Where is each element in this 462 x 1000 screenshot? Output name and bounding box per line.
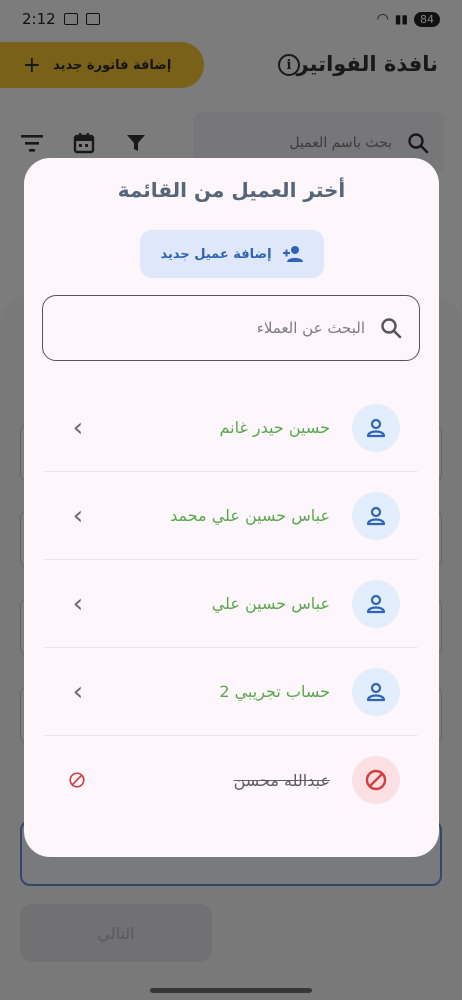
client-search-input-placeholder: البحث عن العملاء	[256, 319, 365, 337]
client-row-content: حساب تجريبي 2	[219, 667, 400, 716]
person-icon	[352, 403, 400, 452]
client-name: عباس حسين علي محمد	[170, 506, 330, 525]
client-row-content: عبدالله محسن	[234, 756, 400, 804]
client-name: حسين حيدر غانم	[219, 418, 330, 437]
client-row[interactable]: ‹ عباس حسين علي محمد	[44, 472, 418, 560]
client-search-input[interactable]: البحث عن العملاء	[42, 295, 420, 361]
client-name: عبدالله محسن	[233, 770, 330, 790]
add-client-label: إضافة عميل جديد	[160, 246, 272, 262]
person-icon	[352, 579, 400, 628]
client-row[interactable]: ‹ حسين حيدر غانم	[44, 384, 418, 472]
block-avatar-icon	[352, 756, 400, 804]
client-row-blocked[interactable]: عبدالله محسن	[44, 736, 418, 824]
client-row-content: عباس حسين علي محمد	[170, 491, 400, 540]
add-client-button[interactable]: إضافة عميل جديد	[140, 230, 324, 278]
client-name: عباس حسين علي	[211, 594, 330, 613]
person-add-icon	[282, 246, 303, 262]
select-client-dialog: أختر العميل من القائمة إضافة عميل جديد ا…	[24, 158, 439, 857]
person-icon	[352, 667, 400, 716]
dialog-title: أختر العميل من القائمة	[117, 178, 346, 202]
client-row[interactable]: ‹ عباس حسين علي	[44, 560, 418, 648]
block-icon	[69, 772, 85, 788]
client-row[interactable]: ‹ حساب تجريبي 2	[44, 648, 418, 736]
client-name: حساب تجريبي 2	[219, 682, 330, 701]
client-row-content: حسين حيدر غانم	[219, 403, 400, 452]
chevron-left-icon: ‹	[72, 412, 84, 443]
client-row-content: عباس حسين علي	[211, 579, 400, 628]
client-list: ‹ حسين حيدر غانم ‹ عباس حسين علي محمد ‹ …	[44, 384, 418, 824]
search-icon	[381, 318, 402, 339]
chevron-left-icon: ‹	[72, 500, 84, 531]
home-indicator[interactable]	[150, 988, 312, 993]
chevron-left-icon: ‹	[72, 588, 84, 619]
person-icon	[352, 491, 400, 540]
chevron-left-icon: ‹	[72, 676, 84, 707]
